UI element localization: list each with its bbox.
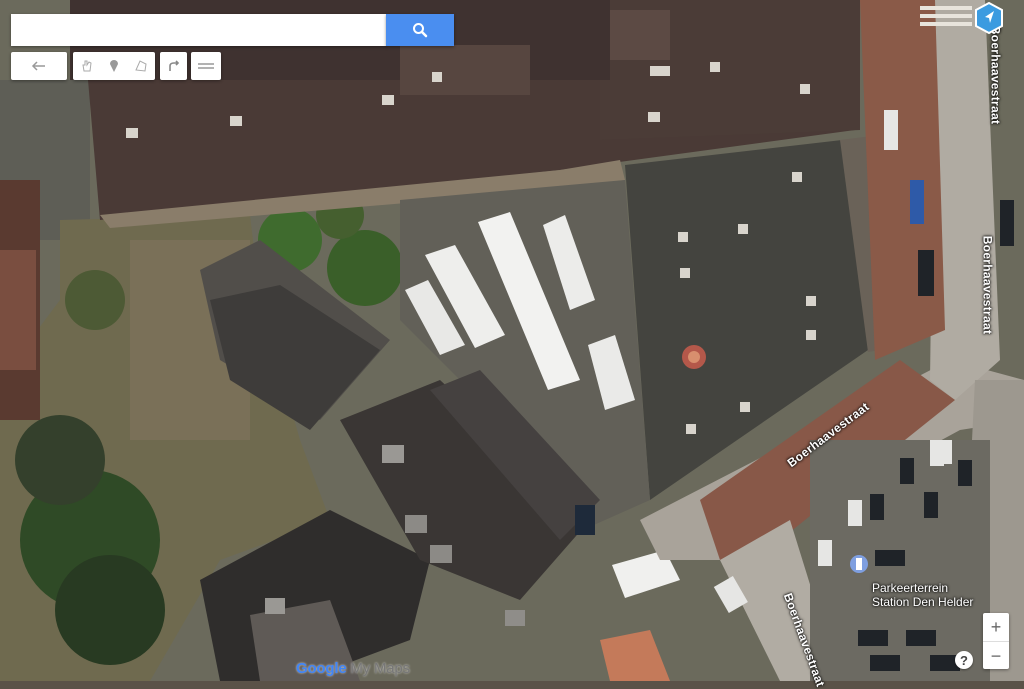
ruler-button[interactable] <box>191 52 221 80</box>
street-label-boerhaavestraat-1: Boerhaavestraat <box>988 25 1003 125</box>
parking-poi-label[interactable]: Parkeerterrein Station Den Helder <box>872 581 973 609</box>
hand-icon[interactable] <box>80 59 94 73</box>
zoom-out-button[interactable]: − <box>983 642 1009 670</box>
search-icon <box>413 23 428 38</box>
poi-line-1: Parkeerterrein <box>872 581 949 595</box>
zoom-in-button[interactable]: + <box>983 613 1009 642</box>
undo-button[interactable] <box>11 52 67 80</box>
map-tools-group <box>73 52 155 80</box>
marker-icon[interactable] <box>109 59 119 73</box>
zoom-control: + − <box>983 613 1009 669</box>
route-button[interactable] <box>160 52 187 80</box>
google-my-maps-logo: Google My Maps <box>296 660 410 677</box>
polygon-icon[interactable] <box>134 59 148 73</box>
satellite-map[interactable] <box>0 0 1024 681</box>
undo-icon <box>31 61 45 71</box>
route-icon <box>168 60 179 71</box>
search-button[interactable] <box>386 14 454 46</box>
ruler-icon <box>198 63 214 69</box>
search-input[interactable] <box>11 14 387 46</box>
poi-line-2: Station Den Helder <box>872 595 974 609</box>
my-maps-wordmark: My Maps <box>346 660 410 677</box>
google-wordmark: Google <box>296 660 347 677</box>
street-label-boerhaavestraat-2: Boerhaavestraat <box>980 235 995 335</box>
navigation-button[interactable] <box>975 1 1003 35</box>
navigation-icon <box>975 1 1003 35</box>
help-button[interactable]: ? <box>955 651 973 669</box>
